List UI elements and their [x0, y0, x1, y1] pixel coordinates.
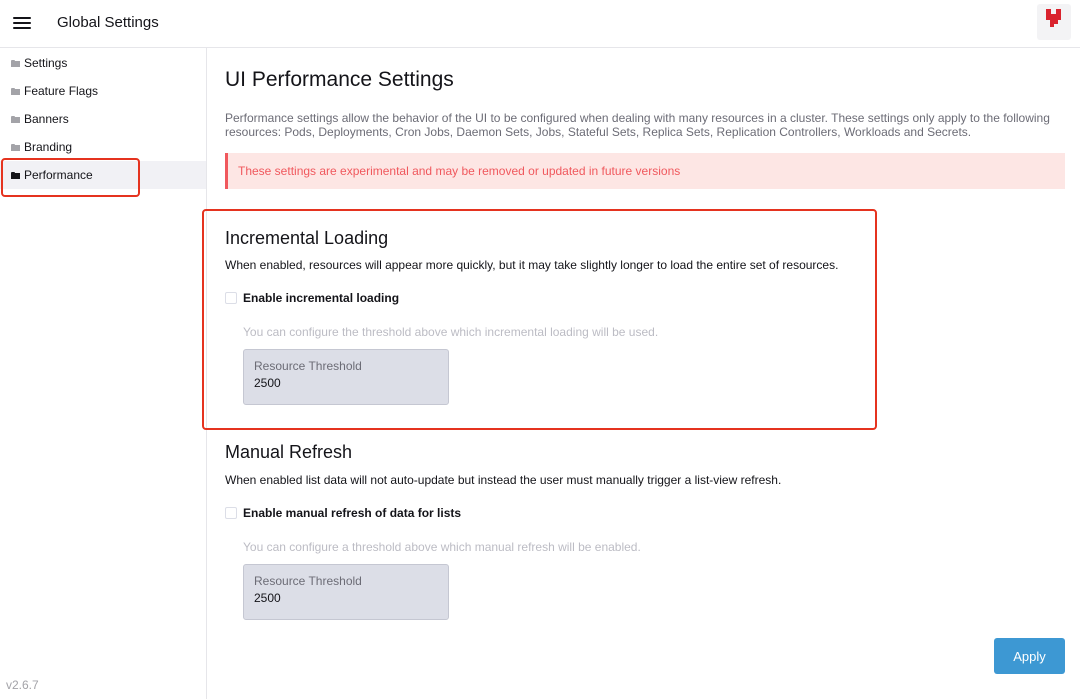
- sidebar: Settings Feature Flags Banners Branding …: [0, 48, 207, 699]
- sidebar-item-label: Performance: [24, 168, 93, 182]
- manual-refresh-checkbox[interactable]: [225, 507, 237, 519]
- hamburger-icon[interactable]: [13, 16, 31, 30]
- folder-icon: [11, 143, 20, 151]
- incremental-threshold-input[interactable]: Resource Threshold 2500: [243, 349, 449, 405]
- sidebar-item-label: Branding: [24, 140, 73, 154]
- incremental-loading-description: When enabled, resources will appear more…: [225, 258, 839, 272]
- app-header: Global Settings: [0, 0, 1080, 48]
- incremental-loading-checkbox-label[interactable]: Enable incremental loading: [243, 291, 399, 305]
- incremental-threshold-hint: You can configure the threshold above wh…: [243, 325, 659, 339]
- manual-refresh-title: Manual Refresh: [225, 442, 353, 462]
- incremental-loading-checkbox[interactable]: [225, 292, 237, 304]
- folder-icon: [11, 171, 20, 179]
- sidebar-item-performance[interactable]: Performance: [0, 161, 206, 189]
- threshold-label: Resource Threshold: [254, 574, 362, 588]
- sidebar-item-settings[interactable]: Settings: [0, 49, 206, 77]
- folder-icon: [11, 59, 20, 67]
- warning-banner: These settings are experimental and may …: [225, 153, 1065, 189]
- page-header-title: Global Settings: [57, 14, 159, 31]
- incremental-loading-option[interactable]: Enable incremental loading: [225, 291, 399, 305]
- folder-icon: [11, 115, 20, 123]
- apply-button[interactable]: Apply: [994, 638, 1065, 674]
- sidebar-item-feature-flags[interactable]: Feature Flags: [0, 77, 206, 105]
- manual-refresh-description: When enabled list data will not auto-upd…: [225, 473, 782, 487]
- sidebar-item-label: Feature Flags: [24, 84, 99, 98]
- version-label: v2.6.7: [6, 678, 39, 692]
- threshold-value: 2500: [254, 376, 281, 390]
- manual-refresh-option[interactable]: Enable manual refresh of data for lists: [225, 506, 461, 520]
- manual-threshold-input[interactable]: Resource Threshold 2500: [243, 564, 449, 620]
- sidebar-item-label: Banners: [24, 112, 69, 126]
- incremental-loading-title: Incremental Loading: [225, 228, 389, 248]
- sidebar-item-branding[interactable]: Branding: [0, 133, 206, 161]
- warning-text: These settings are experimental and may …: [238, 164, 681, 178]
- threshold-label: Resource Threshold: [254, 359, 362, 373]
- page-title: UI Performance Settings: [225, 68, 454, 91]
- folder-icon: [11, 87, 20, 95]
- brand-logo-icon[interactable]: [1037, 4, 1071, 40]
- threshold-value: 2500: [254, 591, 281, 605]
- sidebar-item-label: Settings: [24, 56, 68, 70]
- sidebar-item-banners[interactable]: Banners: [0, 105, 206, 133]
- page-description: Performance settings allow the behavior …: [225, 111, 1050, 139]
- manual-refresh-checkbox-label[interactable]: Enable manual refresh of data for lists: [243, 506, 461, 520]
- manual-threshold-hint: You can configure a threshold above whic…: [243, 540, 641, 554]
